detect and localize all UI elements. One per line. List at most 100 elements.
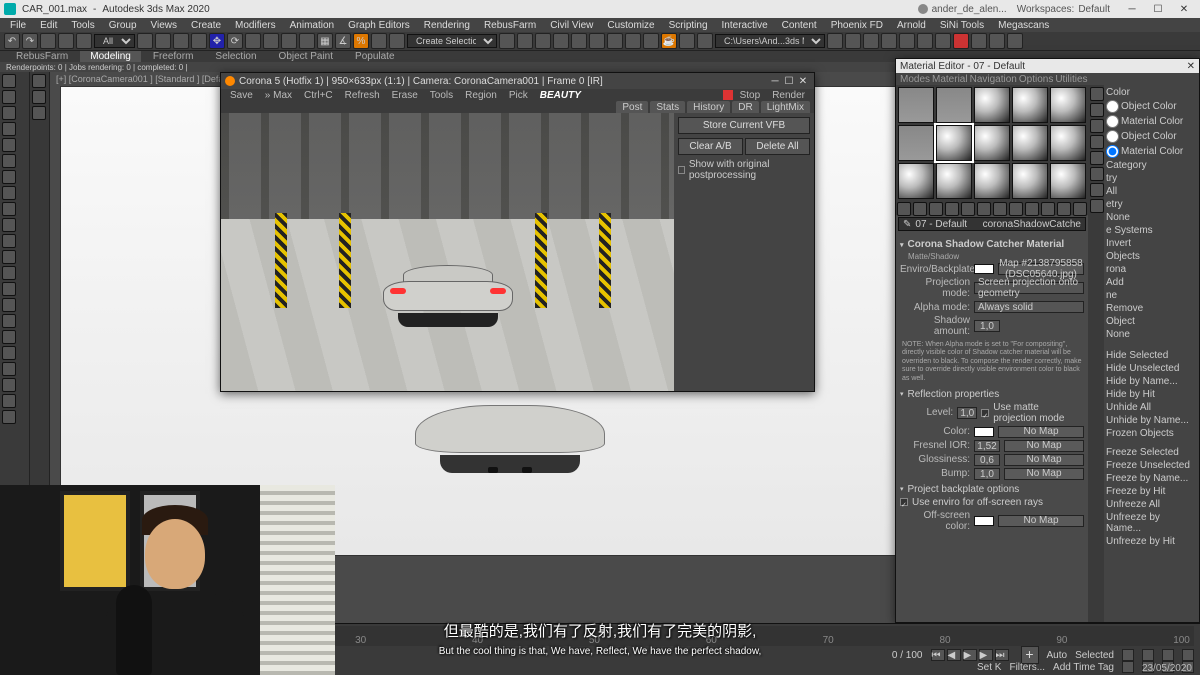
minimize-button[interactable]: ─	[1120, 2, 1144, 16]
vfb-pick[interactable]: Pick	[504, 90, 533, 101]
freeze-byhit-button[interactable]: Freeze by Hit	[1106, 486, 1197, 497]
selected-button[interactable]: Selected	[1075, 650, 1114, 661]
mated-menu-modes[interactable]: Modes	[900, 74, 930, 85]
video-color-icon[interactable]	[1090, 151, 1104, 165]
vfb-max-icon[interactable]: ☐	[782, 76, 796, 87]
bump-map-button[interactable]: No Map	[1004, 468, 1084, 480]
vfb-tab-stats[interactable]: Stats	[650, 101, 685, 114]
ribbon-rebusfarm[interactable]: RebusFarm	[6, 51, 78, 62]
ribbon-objectpaint[interactable]: Object Paint	[269, 51, 343, 62]
select-icon[interactable]	[137, 33, 153, 49]
mated-tool-icon[interactable]	[897, 202, 911, 216]
scale-icon[interactable]	[245, 33, 261, 49]
vray-icon[interactable]	[697, 33, 713, 49]
nav-icon[interactable]	[1182, 649, 1194, 661]
tool-f-icon[interactable]	[917, 33, 933, 49]
alphamode-select[interactable]: Always solid	[974, 301, 1084, 313]
mated-titlebar[interactable]: Material Editor - 07 - Default ✕	[896, 59, 1199, 73]
reflcolor-map-button[interactable]: No Map	[998, 426, 1084, 438]
mated-tool-icon[interactable]	[1073, 202, 1087, 216]
vfb-ctrlc[interactable]: Ctrl+C	[299, 90, 338, 101]
align-icon[interactable]	[517, 33, 533, 49]
percentsnap-icon[interactable]: %	[353, 33, 369, 49]
next-frame-icon[interactable]: ▶	[979, 649, 993, 661]
mated-menu-options[interactable]: Options	[1019, 74, 1053, 85]
material-slot[interactable]	[1050, 163, 1086, 199]
vfb-tab-post[interactable]: Post	[616, 101, 648, 114]
ltool-icon[interactable]	[2, 314, 16, 328]
ribbon-selection[interactable]: Selection	[205, 51, 266, 62]
objcolor-radio2[interactable]	[1106, 130, 1119, 143]
curveeditor-icon[interactable]	[571, 33, 587, 49]
frozen-objects-button[interactable]: Frozen Objects	[1106, 428, 1197, 439]
material-slot[interactable]	[1012, 87, 1048, 123]
mated-menu-material[interactable]: Material	[932, 74, 968, 85]
mated-menu-utilities[interactable]: Utilities	[1055, 74, 1087, 85]
snap-icon[interactable]: ▦	[317, 33, 333, 49]
ribbon-populate[interactable]: Populate	[345, 51, 404, 62]
timetag-button[interactable]: Add Time Tag	[1053, 662, 1114, 673]
goto-end-icon[interactable]: ⏭	[995, 649, 1009, 661]
select-by-mat-icon[interactable]	[1090, 183, 1104, 197]
mated-tool-icon[interactable]	[945, 202, 959, 216]
material-slot[interactable]	[974, 125, 1010, 161]
nav-icon[interactable]	[1122, 661, 1134, 673]
unfreeze-byname-button[interactable]: Unfreeze by Name...	[1106, 512, 1197, 534]
render-icon[interactable]: ☕	[661, 33, 677, 49]
menu-phoenixfd[interactable]: Phoenix FD	[825, 20, 889, 31]
unlink-icon[interactable]	[58, 33, 74, 49]
ltool-icon[interactable]	[2, 186, 16, 200]
vfb-tab-lightmix[interactable]: LightMix	[761, 101, 810, 114]
material-slot[interactable]	[936, 87, 972, 123]
enviro-off-check[interactable]	[900, 498, 908, 506]
rotate-icon[interactable]: ⟳	[227, 33, 243, 49]
menu-edit[interactable]: Edit	[34, 20, 63, 31]
ltool-icon[interactable]	[2, 234, 16, 248]
mat-map-nav-icon[interactable]	[1090, 199, 1104, 213]
material-editor[interactable]: Material Editor - 07 - Default ✕ Modes M…	[895, 58, 1200, 623]
hide-selected-button[interactable]: Hide Selected	[1106, 350, 1197, 361]
ltool-icon[interactable]	[2, 410, 16, 424]
menu-modifiers[interactable]: Modifiers	[229, 20, 282, 31]
material-slot[interactable]	[898, 163, 934, 199]
autokey-button[interactable]: Auto	[1047, 650, 1068, 661]
tool-i-icon[interactable]	[971, 33, 987, 49]
layers-icon[interactable]	[535, 33, 551, 49]
project-path[interactable]: C:\Users\And...3ds Max 2020	[715, 34, 825, 48]
vfb-ir-icon[interactable]	[723, 90, 733, 100]
unfreeze-all-button[interactable]: Unfreeze All	[1106, 499, 1197, 510]
menu-file[interactable]: File	[4, 20, 32, 31]
prev-frame-icon[interactable]: ◀	[947, 649, 961, 661]
vfb-tab-history[interactable]: History	[687, 101, 730, 114]
material-slot[interactable]	[1050, 125, 1086, 161]
section-shadowcatcher[interactable]: Corona Shadow Catcher Material	[900, 239, 1084, 250]
vfb-refresh[interactable]: Refresh	[340, 90, 385, 101]
freeze-selected-button[interactable]: Freeze Selected	[1106, 447, 1197, 458]
ltool-icon[interactable]	[2, 218, 16, 232]
mirror-icon[interactable]	[499, 33, 515, 49]
nav-icon[interactable]	[1162, 649, 1174, 661]
ltool-icon[interactable]	[2, 122, 16, 136]
tool-j-icon[interactable]	[989, 33, 1005, 49]
spinnersnap-icon[interactable]	[371, 33, 387, 49]
enviro-swatch[interactable]	[974, 264, 994, 274]
ltool-icon[interactable]	[2, 282, 16, 296]
mated-tool-icon[interactable]	[1009, 202, 1023, 216]
ltool2-icon[interactable]	[32, 74, 46, 88]
ltool-icon[interactable]	[2, 106, 16, 120]
ltool2-icon[interactable]	[32, 106, 46, 120]
level-spinner[interactable]: 1,0	[957, 407, 977, 419]
nav-icon[interactable]	[1122, 649, 1134, 661]
ltool-icon[interactable]	[2, 298, 16, 312]
none-button2[interactable]: None	[1106, 329, 1197, 340]
vfb-tab-dr[interactable]: DR	[732, 101, 758, 114]
menu-rebusfarm[interactable]: RebusFarm	[478, 20, 542, 31]
reflcolor-swatch[interactable]	[974, 427, 994, 437]
anglesnap-icon[interactable]: ∡	[335, 33, 351, 49]
tool-e-icon[interactable]	[899, 33, 915, 49]
nav-icon[interactable]	[1142, 649, 1154, 661]
material-slot-active[interactable]	[936, 125, 972, 161]
material-name-input[interactable]: 07 - Default	[915, 219, 978, 230]
menu-content[interactable]: Content	[776, 20, 823, 31]
mated-close-icon[interactable]: ✕	[1187, 61, 1195, 72]
